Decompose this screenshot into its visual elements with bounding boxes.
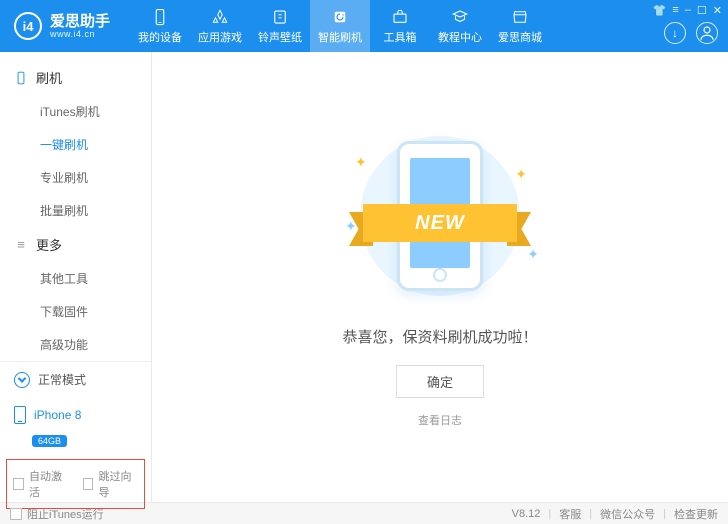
sidebar: 刷机 iTunes刷机 一键刷机 专业刷机 批量刷机 ≡ 更多 其他工具 下载固… — [0, 52, 152, 502]
checkbox-auto-activate[interactable]: 自动激活 — [13, 468, 69, 500]
sidebar-item-oneclick-flash[interactable]: 一键刷机 — [0, 128, 151, 161]
spark-icon: ✦ — [355, 154, 367, 171]
nav-store[interactable]: 爱思商城 — [490, 0, 550, 52]
storage-badge: 64GB — [32, 435, 67, 447]
sidebar-group-title: 刷机 — [36, 68, 62, 87]
phone-icon — [14, 71, 28, 85]
nav-flash[interactable]: 智能刷机 — [310, 0, 370, 52]
ok-button[interactable]: 确定 — [396, 365, 484, 398]
toolbox-icon — [391, 8, 409, 26]
sidebar-item-itunes-flash[interactable]: iTunes刷机 — [0, 95, 151, 128]
download-button[interactable]: ↓ — [664, 22, 686, 44]
device-mode[interactable]: 正常模式 — [0, 362, 151, 397]
nav-label: 应用游戏 — [198, 29, 242, 45]
list-icon: ≡ — [14, 238, 28, 252]
spark-icon: ✦ — [515, 166, 527, 183]
sidebar-group-title: 更多 — [36, 235, 62, 254]
sidebar-item-batch-flash[interactable]: 批量刷机 — [0, 194, 151, 227]
sidebar-group-more[interactable]: ≡ 更多 — [0, 227, 151, 262]
header-right: ↓ — [664, 22, 718, 44]
flash-icon — [331, 8, 349, 26]
link-support[interactable]: 客服 — [559, 506, 581, 522]
top-nav: 我的设备 应用游戏 铃声壁纸 智能刷机 工具箱 教程中心 爱思商城 — [130, 0, 550, 52]
sidebar-status: 正常模式 iPhone 8 64GB 自动激活 跳过向导 — [0, 361, 151, 515]
sidebar-group-flash[interactable]: 刷机 — [0, 60, 151, 95]
connected-device[interactable]: iPhone 8 — [0, 397, 151, 433]
window-controls: 👕 ≡ – ☐ ✕ — [653, 4, 722, 17]
phone-small-icon — [14, 406, 26, 424]
sidebar-item-other-tools[interactable]: 其他工具 — [0, 262, 151, 295]
logo-url: www.i4.cn — [50, 29, 110, 39]
nav-label: 铃声壁纸 — [258, 29, 302, 45]
user-button[interactable] — [696, 22, 718, 44]
checkbox-block-itunes[interactable]: 阻止iTunes运行 — [10, 506, 104, 522]
app-body: 刷机 iTunes刷机 一键刷机 专业刷机 批量刷机 ≡ 更多 其他工具 下载固… — [0, 52, 728, 502]
device-name-label: iPhone 8 — [34, 408, 81, 422]
apps-icon — [211, 8, 229, 26]
nav-label: 智能刷机 — [318, 29, 362, 45]
nav-apps[interactable]: 应用游戏 — [190, 0, 250, 52]
tutorial-icon — [451, 8, 469, 26]
mode-icon — [14, 372, 30, 388]
menu-icon[interactable]: ≡ — [672, 4, 678, 17]
version-label: V8.12 — [512, 508, 541, 520]
device-icon — [151, 8, 169, 26]
options-highlight-box: 自动激活 跳过向导 — [6, 459, 145, 509]
nav-label: 我的设备 — [138, 29, 182, 45]
checkbox-icon — [10, 508, 22, 520]
maximize-icon[interactable]: ☐ — [697, 4, 707, 17]
checkbox-label: 阻止iTunes运行 — [27, 506, 104, 522]
shirt-icon[interactable]: 👕 — [653, 4, 667, 17]
nav-toolbox[interactable]: 工具箱 — [370, 0, 430, 52]
view-log-link[interactable]: 查看日志 — [418, 412, 462, 428]
footer-right: V8.12 | 客服 | 微信公众号 | 检查更新 — [512, 506, 718, 522]
nav-label: 爱思商城 — [498, 29, 542, 45]
nav-ringtone[interactable]: 铃声壁纸 — [250, 0, 310, 52]
success-illustration: ✦ ✦ ✦ ✦ NEW — [335, 126, 545, 306]
ribbon-text: NEW — [363, 204, 517, 242]
checkbox-icon — [83, 478, 94, 490]
app-header: i4 爱思助手 www.i4.cn 我的设备 应用游戏 铃声壁纸 智能刷机 工具… — [0, 0, 728, 52]
logo-text: 爱思助手 — [50, 14, 110, 29]
main-content: ✦ ✦ ✦ ✦ NEW 恭喜您，保资料刷机成功啦！ 确定 查看日志 — [152, 52, 728, 502]
minimize-icon[interactable]: – — [685, 4, 691, 17]
mode-label: 正常模式 — [38, 371, 86, 388]
sidebar-item-pro-flash[interactable]: 专业刷机 — [0, 161, 151, 194]
nav-label: 工具箱 — [384, 29, 417, 45]
logo: i4 爱思助手 www.i4.cn — [0, 12, 124, 40]
ringtone-icon — [271, 8, 289, 26]
nav-label: 教程中心 — [438, 29, 482, 45]
checkbox-label: 自动激活 — [29, 468, 69, 500]
nav-tutorial[interactable]: 教程中心 — [430, 0, 490, 52]
store-icon — [511, 8, 529, 26]
success-message: 恭喜您，保资料刷机成功啦！ — [342, 326, 537, 347]
sidebar-item-download-firmware[interactable]: 下载固件 — [0, 295, 151, 328]
sidebar-item-advanced[interactable]: 高级功能 — [0, 328, 151, 361]
link-wechat[interactable]: 微信公众号 — [600, 506, 655, 522]
checkbox-skip-guide[interactable]: 跳过向导 — [83, 468, 139, 500]
checkbox-icon — [13, 478, 24, 490]
logo-badge: i4 — [14, 12, 42, 40]
nav-my-device[interactable]: 我的设备 — [130, 0, 190, 52]
checkbox-label: 跳过向导 — [98, 468, 138, 500]
new-ribbon: NEW — [349, 204, 531, 248]
spark-icon: ✦ — [527, 246, 539, 263]
close-icon[interactable]: ✕ — [713, 4, 722, 17]
link-check-update[interactable]: 检查更新 — [674, 506, 718, 522]
